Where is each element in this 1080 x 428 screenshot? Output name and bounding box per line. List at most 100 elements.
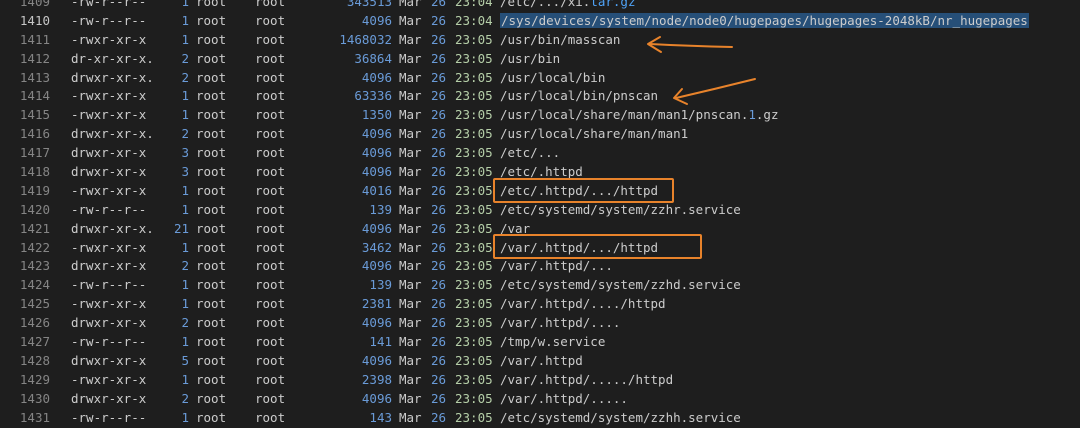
permissions: drwxr-xr-x — [71, 164, 147, 180]
owner: root — [196, 69, 227, 85]
listing-line[interactable]: 1431 -rw-r--r-- 1 root root 143 Mar 26 23:05/etc… — [0, 409, 1080, 428]
line-number: 1426 — [19, 315, 50, 331]
listing-line[interactable]: 1417 drwxr-xr-x 3 root root 4096 Mar 26 23:05/et… — [0, 144, 1080, 163]
file-path: /usr/local/bin/pnscan — [500, 87, 658, 106]
listing-line[interactable]: 1429 -rwxr-xr-x 1 root root 2398 Mar 26 23:05/va… — [0, 371, 1080, 390]
time: 23:05 — [455, 164, 493, 180]
listing-line[interactable]: 1412 dr-xr-xr-x. 2 root root 36864 Mar 26 23:05 /… — [0, 50, 1080, 69]
line-number: 1414 — [19, 88, 50, 104]
permissions: -rw-r--r-- — [71, 409, 147, 425]
day: 26 — [431, 371, 447, 387]
day: 26 — [431, 31, 447, 47]
line-number: 1430 — [19, 390, 50, 406]
file-size: 4096 — [361, 315, 392, 331]
time: 23:05 — [455, 126, 493, 142]
path-text: /usr/local/share/man/man1 — [500, 126, 689, 142]
selected-path-text: /sys/devices/system/node/node0/hugepages… — [500, 12, 1029, 28]
permissions: drwxr-xr-x. — [71, 220, 154, 236]
owner: root — [196, 0, 227, 9]
listing-line[interactable]: 1411 -rwxr-xr-x 1 root root 1468032 Mar 26 23:05… — [0, 31, 1080, 50]
group: root — [255, 69, 286, 85]
group: root — [255, 315, 286, 331]
listing-line[interactable]: 1410 -rw-r--r-- 1 root root 4096 Mar 26 23:04/sy… — [0, 12, 1080, 31]
permissions: -rw-r--r-- — [71, 0, 147, 9]
file-size: 63336 — [354, 88, 392, 104]
month: Mar — [399, 145, 422, 161]
time: 23:05 — [455, 31, 493, 47]
link-count: 1 — [181, 409, 189, 425]
line-number: 1415 — [19, 107, 50, 123]
time: 23:05 — [455, 107, 493, 123]
owner: root — [196, 107, 227, 123]
file-size: 2381 — [361, 296, 392, 312]
group: root — [255, 145, 286, 161]
link-count: 1 — [181, 12, 189, 28]
link-count: 2 — [181, 126, 189, 142]
permissions: drwxr-xr-x — [71, 390, 147, 406]
listing-line[interactable]: 1430 drwxr-xr-x 2 root root 4096 Mar 26 23:05/va… — [0, 390, 1080, 409]
link-count: 1 — [181, 0, 189, 9]
listing-line[interactable]: 1413 drwxr-xr-x. 2 root root 4096 Mar 26 23:05/u… — [0, 69, 1080, 88]
owner: root — [196, 371, 227, 387]
owner: root — [196, 164, 227, 180]
listing-line[interactable]: 1424 -rw-r--r-- 1 root root 139 Mar 26 23:05/etc… — [0, 276, 1080, 295]
file-path: /etc/.../xi.tar.gz — [500, 0, 635, 12]
listing-line[interactable]: 1423 drwxr-xr-x 2 root root 4096 Mar 26 23:05/va… — [0, 257, 1080, 276]
month: Mar — [399, 126, 422, 142]
file-listing-editor: 1409 -rw-r--r-- 1 root root 343513 Mar 26 23:04 /… — [0, 0, 1080, 427]
listing-line[interactable]: 1416 drwxr-xr-x. 2 root root 4096 Mar 26 23:05/u… — [0, 125, 1080, 144]
listing-line[interactable]: 1414 -rwxr-xr-x 1 root root 63336 Mar 26 23:05/u… — [0, 87, 1080, 106]
listing-line[interactable]: 1427 -rw-r--r-- 1 root root 141 Mar 26 23:05/tmp… — [0, 333, 1080, 352]
permissions: -rwxr-xr-x — [71, 88, 147, 104]
highlight-box-var-httpd — [493, 234, 702, 259]
owner: root — [196, 126, 227, 142]
listing-line[interactable]: 1409 -rw-r--r-- 1 root root 343513 Mar 26 23:04 /… — [0, 0, 1080, 12]
file-size: 139 — [369, 201, 392, 217]
time: 23:05 — [455, 50, 493, 66]
link-count: 1 — [181, 277, 189, 293]
listing-line[interactable]: 1428 drwxr-xr-x 5 root root 4096 Mar 26 23:05/va… — [0, 352, 1080, 371]
file-size: 36864 — [354, 50, 392, 66]
link-count: 2 — [181, 69, 189, 85]
listing-line[interactable]: 1425 -rwxr-xr-x 1 root root 2381 Mar 26 23:05/va… — [0, 295, 1080, 314]
day: 26 — [431, 107, 447, 123]
file-path: /usr/local/share/man/man1/pnscan.1.gz — [500, 106, 778, 125]
line-number: 1420 — [19, 201, 50, 217]
permissions: -rw-r--r-- — [71, 12, 147, 28]
group: root — [255, 258, 286, 274]
link-count: 1 — [181, 201, 189, 217]
path-text: /usr/bin — [500, 50, 561, 66]
time: 23:05 — [455, 277, 493, 293]
file-path: /var/.httpd — [500, 352, 583, 371]
path-text: /etc/systemd/system/zzhd.service — [500, 277, 741, 293]
day: 26 — [431, 164, 447, 180]
link-count: 1 — [181, 88, 189, 104]
line-number: 1417 — [19, 145, 50, 161]
listing-line[interactable]: 1426 drwxr-xr-x 2 root root 4096 Mar 26 23:05/va… — [0, 314, 1080, 333]
group: root — [255, 371, 286, 387]
time: 23:05 — [455, 258, 493, 274]
permissions: drwxr-xr-x. — [71, 69, 154, 85]
listing-line[interactable]: 1415 -rwxr-xr-x 1 root root 1350 Mar 26 23:05/us… — [0, 106, 1080, 125]
permissions: -rwxr-xr-x — [71, 239, 147, 255]
link-count: 2 — [181, 50, 189, 66]
month: Mar — [399, 88, 422, 104]
group: root — [255, 239, 286, 255]
line-number: 1422 — [19, 239, 50, 255]
path-text: /usr/local/bin/pnscan — [500, 88, 659, 104]
day: 26 — [431, 258, 447, 274]
file-size: 4096 — [361, 390, 392, 406]
month: Mar — [399, 107, 422, 123]
time: 23:05 — [455, 220, 493, 236]
group: root — [255, 31, 286, 47]
time: 23:05 — [455, 88, 493, 104]
line-number: 1418 — [19, 164, 50, 180]
month: Mar — [399, 31, 422, 47]
path-text: /var/.httpd/..../httpd — [500, 296, 666, 312]
listing-line[interactable]: 1420 -rw-r--r-- 1 root root 139 Mar 26 23:05/etc… — [0, 201, 1080, 220]
owner: root — [196, 315, 227, 331]
file-path: /usr/bin/masscan — [500, 31, 620, 50]
time: 23:05 — [455, 390, 493, 406]
line-number: 1410 — [19, 12, 50, 28]
file-size: 4096 — [361, 352, 392, 368]
